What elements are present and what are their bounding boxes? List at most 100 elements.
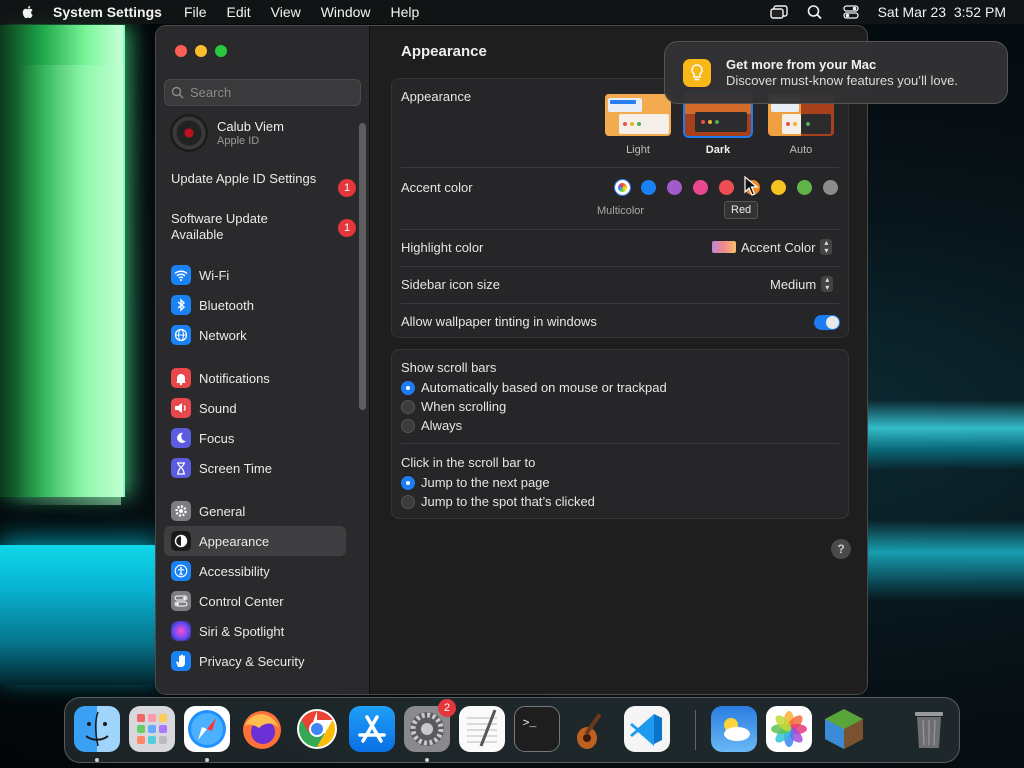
- appearance-card: Appearance Light Dark Auto Accent color …: [391, 78, 849, 338]
- software-update-notice[interactable]: Software Update Available 1: [171, 211, 356, 243]
- dock-weather-icon[interactable]: [711, 706, 757, 752]
- dock-safari-icon[interactable]: [184, 706, 230, 752]
- accent-swatch-purple[interactable]: [667, 180, 682, 195]
- dock-photos-icon[interactable]: [766, 706, 812, 752]
- wallpaper-tinting-toggle[interactable]: [814, 315, 840, 330]
- accent-swatch-green[interactable]: [797, 180, 812, 195]
- sidebar-icon-size-select[interactable]: Medium ▴ ▾: [770, 276, 834, 292]
- avatar: [170, 114, 208, 152]
- sidebar-item-accessibility[interactable]: Accessibility: [164, 556, 346, 586]
- profile-name: Calub Viem: [217, 119, 284, 134]
- radio-button: [401, 380, 415, 395]
- highlight-color-value: Accent Color: [741, 239, 816, 255]
- sidebar-item-label: General: [199, 503, 246, 519]
- dock-garageband-icon[interactable]: [569, 706, 615, 752]
- sidebar-item-focus[interactable]: Focus: [164, 423, 346, 453]
- appearance-option-light[interactable]: [603, 92, 673, 138]
- highlight-color-label: Highlight color: [401, 240, 484, 255]
- menu-file[interactable]: File: [184, 4, 207, 20]
- stepper-icon: ▴ ▾: [821, 276, 834, 292]
- radio-scroll-when-scrolling[interactable]: When scrolling: [401, 399, 506, 414]
- dock-minecraft-icon[interactable]: [821, 706, 867, 752]
- sidebar-item-screen-time[interactable]: Screen Time: [164, 453, 346, 483]
- control-center-icon: [171, 591, 191, 611]
- appearance-icon: [171, 531, 191, 551]
- accent-swatch-pink[interactable]: [693, 180, 708, 195]
- accent-swatch-graphite[interactable]: [823, 180, 838, 195]
- radio-button: [401, 418, 415, 433]
- spotlight-search-icon[interactable]: [806, 4, 824, 20]
- accent-swatch-multicolor[interactable]: [615, 180, 630, 195]
- sidebar-item-notifications[interactable]: Notifications: [164, 363, 346, 393]
- dock-finder-icon[interactable]: [74, 706, 120, 752]
- search-field[interactable]: [164, 79, 361, 106]
- sidebar-item-siri[interactable]: Siri & Spotlight: [164, 616, 346, 646]
- sidebar-item-wifi[interactable]: Wi-Fi: [164, 260, 346, 290]
- dock-running-indicator: [425, 758, 429, 762]
- radio-scroll-always[interactable]: Always: [401, 418, 462, 433]
- menu-app-name[interactable]: System Settings: [53, 4, 162, 20]
- apple-id-profile[interactable]: Calub Viem Apple ID: [170, 114, 284, 152]
- close-button[interactable]: [175, 45, 187, 57]
- wallpaper-band: [868, 400, 1024, 470]
- sidebar-item-label: Network: [199, 327, 247, 343]
- dock-terminal-icon[interactable]: >_: [514, 706, 560, 752]
- apple-menu-icon[interactable]: [20, 4, 36, 20]
- update-apple-id-notice[interactable]: Update Apple ID Settings 1: [171, 171, 356, 197]
- menu-view[interactable]: View: [271, 4, 301, 20]
- accent-color-label: Accent color: [401, 180, 473, 195]
- dock-vscode-icon[interactable]: [624, 706, 670, 752]
- sidebar-icon-size-value: Medium: [770, 276, 817, 292]
- radio-label: Always: [421, 418, 463, 433]
- sidebar-item-label: Bluetooth: [199, 297, 254, 313]
- menu-help[interactable]: Help: [391, 4, 420, 20]
- dock-chrome-icon[interactable]: [294, 706, 340, 752]
- sidebar-item-label: Appearance: [199, 533, 270, 549]
- screen-mirroring-icon[interactable]: [769, 4, 788, 20]
- menu-edit[interactable]: Edit: [227, 4, 251, 20]
- sidebar-scrollbar[interactable]: [359, 123, 366, 410]
- dock-app-store-icon[interactable]: [349, 706, 395, 752]
- minimize-button[interactable]: [195, 45, 207, 57]
- radio-scroll-automatic[interactable]: Automatically based on mouse or trackpad: [401, 380, 667, 395]
- dock-firefox-icon[interactable]: [239, 706, 285, 752]
- dock-separator: [695, 710, 696, 750]
- sidebar-item-sound[interactable]: Sound: [164, 393, 346, 423]
- tips-notification[interactable]: Get more from your Mac Discover must-kno…: [664, 41, 1008, 104]
- highlight-swatch-icon: [712, 241, 736, 253]
- dock-running-indicator: [95, 758, 99, 762]
- dock-launchpad-icon[interactable]: [129, 706, 175, 752]
- dock-system-settings-icon[interactable]: 2: [404, 699, 456, 752]
- sidebar-item-network[interactable]: Network: [164, 320, 346, 350]
- menu-window[interactable]: Window: [321, 4, 371, 20]
- wallpaper-band: [868, 520, 1024, 600]
- menu-clock[interactable]: Sat Mar 23 3:52 PM: [878, 4, 1006, 20]
- hourglass-icon: [171, 458, 191, 478]
- highlight-color-select[interactable]: Accent Color ▴ ▾: [712, 239, 833, 255]
- dock-trash-icon[interactable]: [906, 706, 952, 752]
- accent-swatch-yellow[interactable]: [771, 180, 786, 195]
- radio-label: When scrolling: [421, 399, 507, 414]
- dock-running-indicator: [205, 758, 209, 762]
- sidebar-item-general[interactable]: General: [164, 496, 346, 526]
- sidebar-item-appearance[interactable]: Appearance: [164, 526, 346, 556]
- radio-jump-to-spot[interactable]: Jump to the spot that’s clicked: [401, 494, 595, 509]
- sidebar-item-label: Screen Time: [199, 460, 272, 476]
- notice-badge: 1: [338, 219, 356, 237]
- sidebar-item-label: Accessibility: [199, 563, 270, 579]
- sidebar-item-bluetooth[interactable]: Bluetooth: [164, 290, 346, 320]
- radio-jump-next-page[interactable]: Jump to the next page: [401, 475, 550, 490]
- control-center-icon[interactable]: [842, 4, 860, 20]
- accent-swatch-red[interactable]: [719, 180, 734, 195]
- accent-swatch-blue[interactable]: [641, 180, 656, 195]
- appearance-caption-dark: Dark: [705, 144, 731, 156]
- sidebar-item-control-center[interactable]: Control Center: [164, 586, 346, 616]
- search-input[interactable]: [190, 85, 350, 100]
- notice-badge: 1: [338, 179, 356, 197]
- sidebar-item-privacy[interactable]: Privacy & Security: [164, 646, 346, 676]
- zoom-button[interactable]: [215, 45, 227, 57]
- help-button[interactable]: ?: [831, 539, 851, 559]
- notice-label: Update Apple ID Settings: [171, 171, 317, 186]
- dock-textedit-icon[interactable]: [459, 706, 505, 752]
- radio-label: Jump to the next page: [421, 475, 550, 490]
